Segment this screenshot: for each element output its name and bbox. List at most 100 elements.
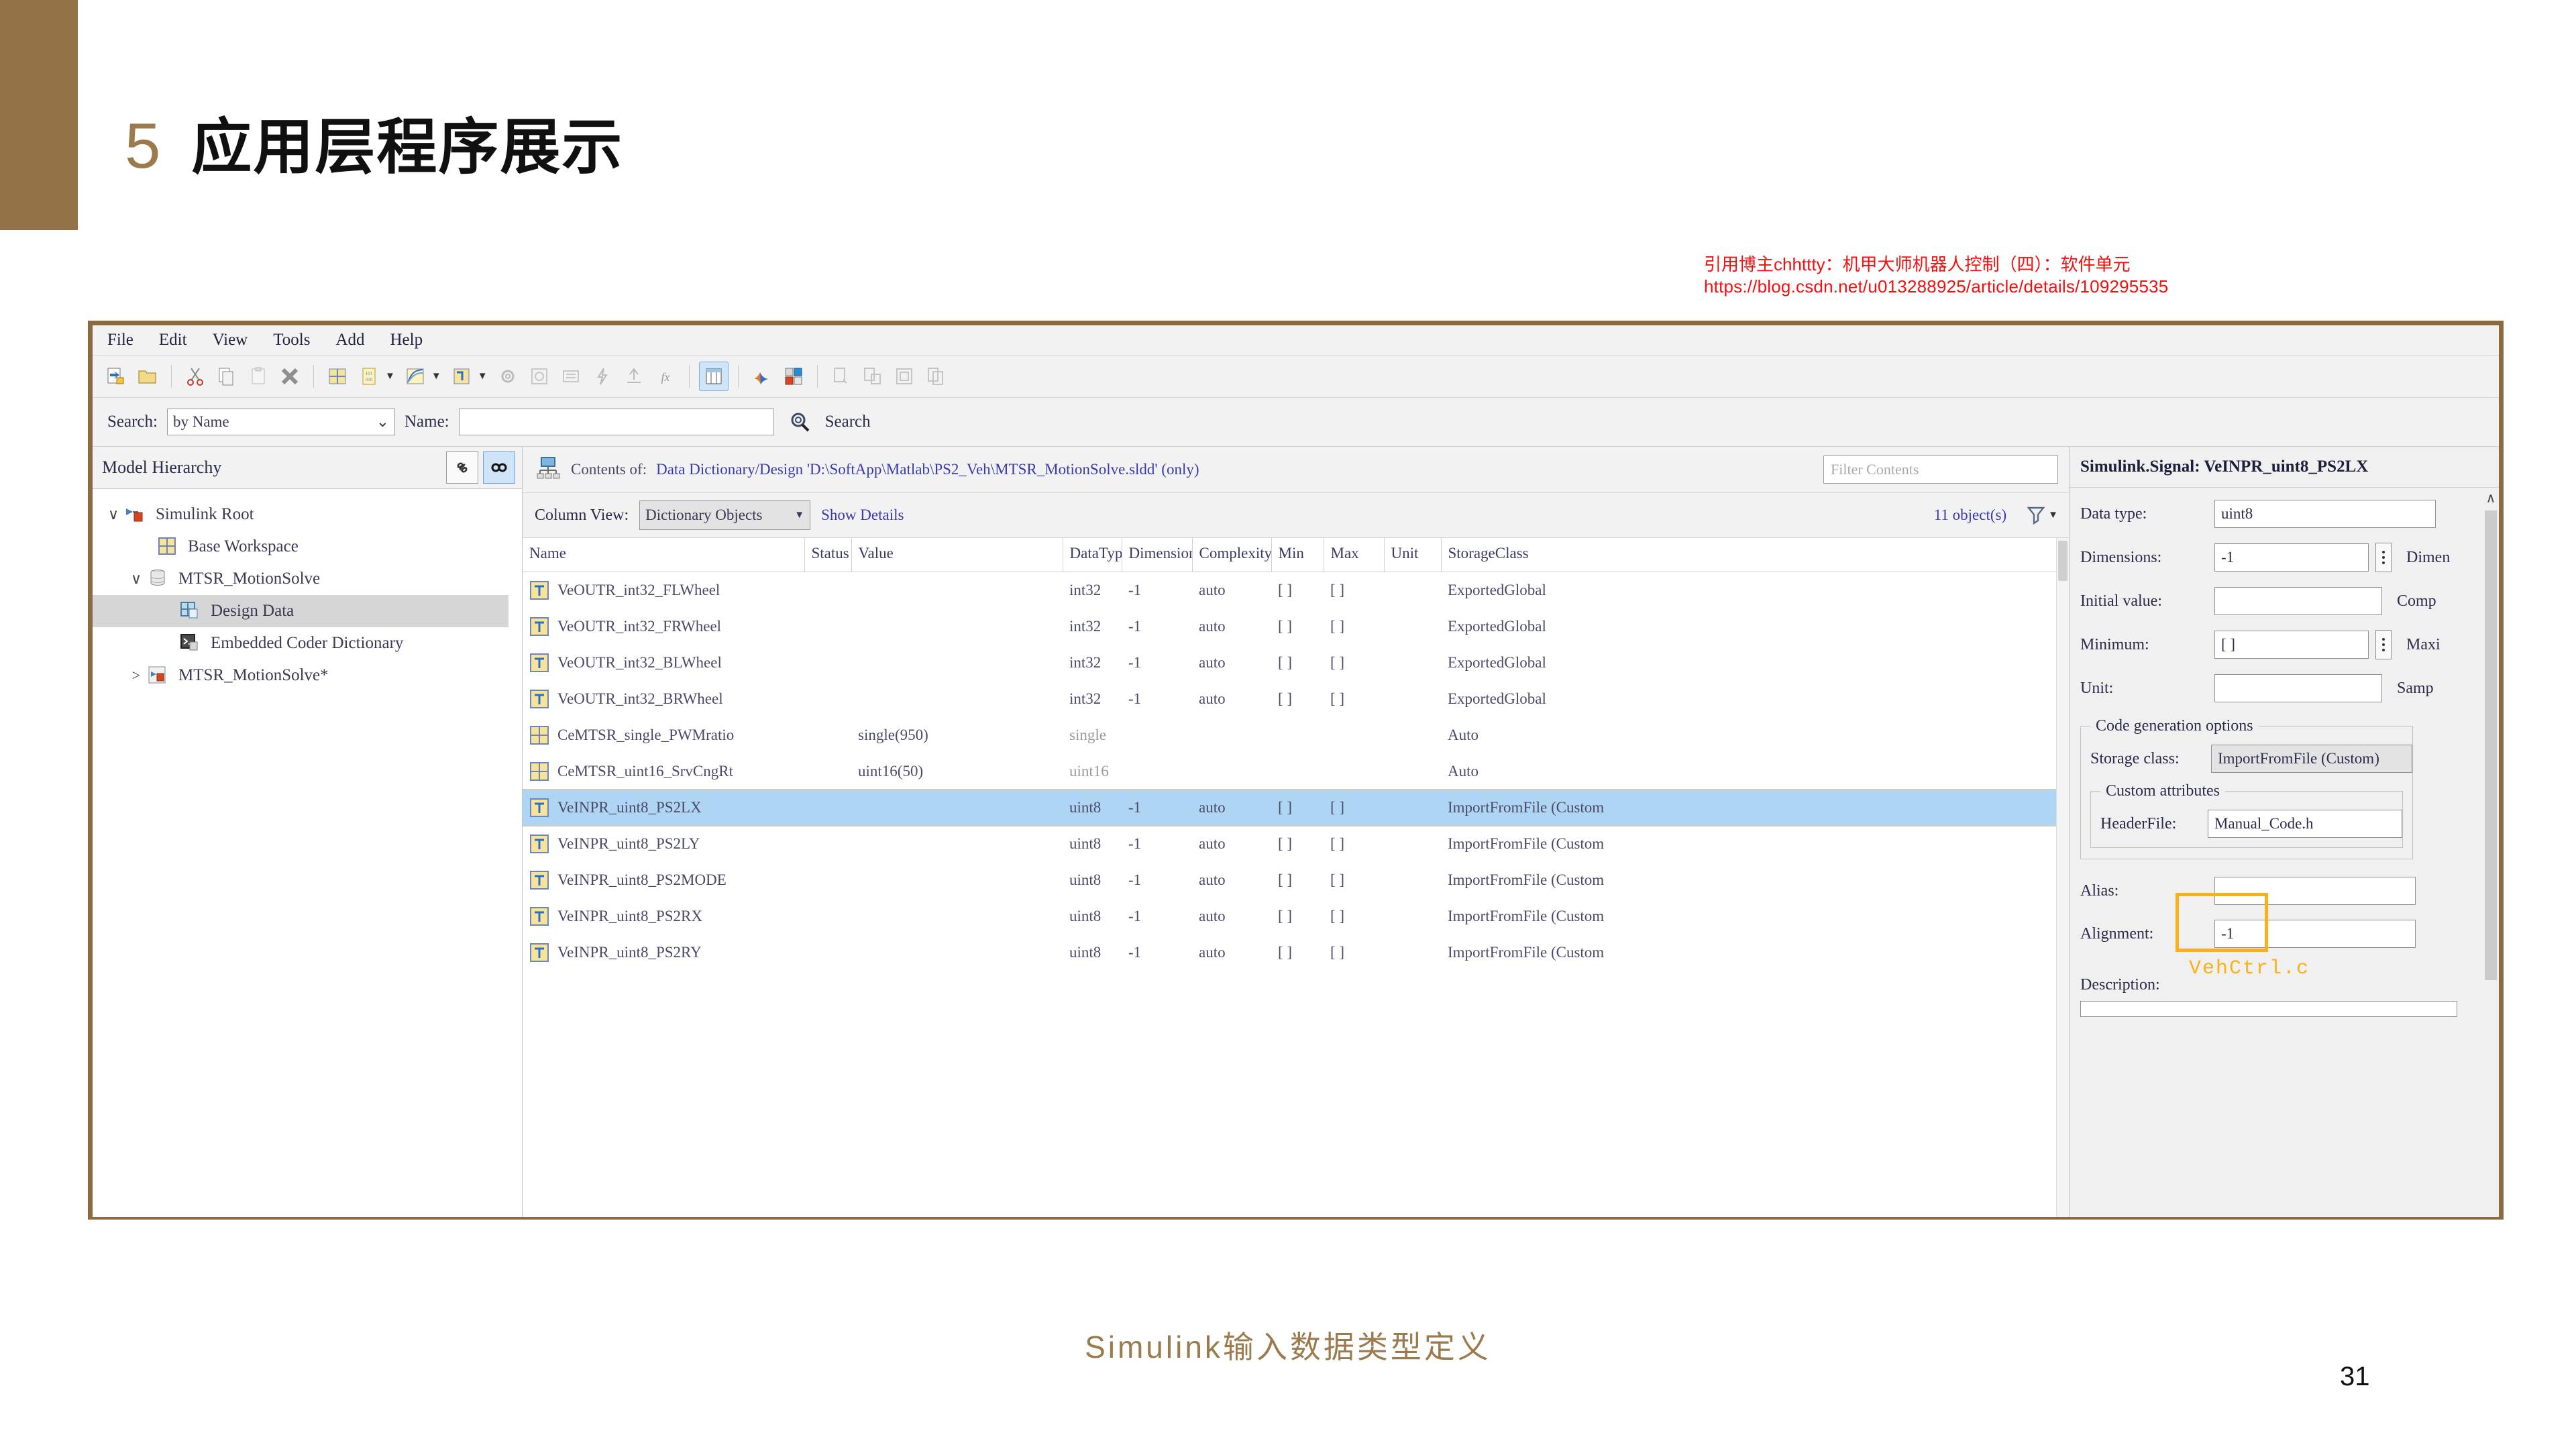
menu-view[interactable]: View	[213, 331, 248, 350]
tree-item-design-data[interactable]: Design Data	[93, 595, 508, 627]
search-icon[interactable]	[784, 407, 816, 437]
table-row[interactable]: VeOUTR_int32_BRWheel int32 -1 auto [ ] […	[523, 681, 2069, 717]
dimensions-more-icon[interactable]	[2375, 543, 2392, 572]
table-row-selected[interactable]: VeINPR_uint8_PS2LX uint8 -1 auto [ ] [ ]…	[523, 789, 2069, 826]
column-header-name[interactable]: Name	[523, 538, 805, 572]
signal-plot-icon[interactable]	[401, 362, 429, 390]
chevron-down-icon[interactable]: ∨	[102, 506, 125, 523]
chevron-down-icon[interactable]: ▼	[385, 371, 395, 382]
merge-icon	[859, 362, 887, 390]
scrollbar-thumb[interactable]	[2485, 511, 2497, 980]
cell-unit	[1384, 572, 1441, 609]
column-header-min[interactable]: Min	[1271, 538, 1324, 572]
table-row[interactable]: VeOUTR_int32_BLWheel int32 -1 auto [ ] […	[523, 645, 2069, 681]
column-header-datatype[interactable]: DataType	[1063, 538, 1122, 572]
column-header-complexity[interactable]: Complexity	[1192, 538, 1272, 572]
chevron-down-icon[interactable]: ▼	[478, 371, 488, 382]
contents-panel: Contents of: Data Dictionary/Design 'D:\…	[523, 447, 2069, 1217]
cell-complexity	[1192, 753, 1271, 790]
table-row[interactable]: VeOUTR_int32_FLWheel int32 -1 auto [ ] […	[523, 572, 2069, 609]
column-view-icon[interactable]	[698, 362, 729, 391]
column-view-select[interactable]: Dictionary Objects ▼	[639, 500, 811, 530]
cell-complexity: auto	[1192, 790, 1271, 826]
column-header-status[interactable]: Status	[804, 538, 852, 572]
menu-file[interactable]: File	[107, 331, 133, 350]
column-header-unit[interactable]: Unit	[1384, 538, 1442, 572]
storage-class-select[interactable]: ImportFromFile (Custom)	[2211, 745, 2412, 773]
column-header-dimensions[interactable]: Dimensions	[1122, 538, 1193, 572]
description-input[interactable]	[2080, 1001, 2457, 1017]
parameter-icon	[529, 725, 549, 745]
table-row[interactable]: VeINPR_uint8_PS2RY uint8 -1 auto [ ] [ ]…	[523, 934, 2069, 971]
data-dictionary-icon[interactable]: 101 010	[355, 362, 383, 390]
base-workspace-icon[interactable]	[323, 362, 352, 390]
matlab-icon[interactable]	[748, 362, 776, 390]
menu-tools[interactable]: Tools	[273, 331, 310, 350]
scroll-up-icon[interactable]: ∧	[2483, 488, 2499, 508]
cell-dimensions: -1	[1128, 871, 1142, 888]
title-text: 应用层程序展示	[191, 114, 624, 181]
header-file-input[interactable]: Manual_Code.h	[2208, 810, 2402, 838]
cell-dimensions: -1	[1128, 908, 1142, 924]
filter-contents-input[interactable]: Filter Contents	[1823, 455, 2058, 484]
column-header-storageclass[interactable]: StorageClass	[1441, 538, 2069, 572]
cell-storageclass: Auto	[1448, 727, 1479, 743]
tree-item-mtsr-motionsolve-model[interactable]: > MTSR_MotionSolve*	[93, 659, 522, 692]
workspace-grid-icon	[157, 537, 180, 557]
delete-x-icon[interactable]	[276, 362, 304, 390]
cell-complexity	[1192, 717, 1271, 753]
cell-unit	[1384, 790, 1441, 826]
cell-status	[804, 572, 851, 609]
table-row[interactable]: VeINPR_uint8_PS2LY uint8 -1 auto [ ] [ ]…	[523, 826, 2069, 862]
cell-storageclass: ImportFromFile (Custom	[1448, 944, 1605, 961]
search-name-input[interactable]	[458, 409, 774, 435]
data-type-input[interactable]: uint8	[2214, 500, 2436, 528]
menu-edit[interactable]: Edit	[159, 331, 187, 350]
new-model-icon[interactable]	[102, 362, 130, 390]
table-row[interactable]: CeMTSR_single_PWMratio single(950) singl…	[523, 717, 2069, 753]
menu-help[interactable]: Help	[390, 331, 423, 350]
scrollbar-thumb[interactable]	[2058, 541, 2068, 581]
show-details-link[interactable]: Show Details	[821, 506, 904, 524]
data-type-row: Data type: uint8	[2080, 500, 2499, 528]
table-row[interactable]: VeOUTR_int32_FRWheel int32 -1 auto [ ] […	[523, 608, 2069, 645]
chevron-right-icon[interactable]: >	[125, 667, 148, 684]
copy-icon[interactable]	[213, 362, 241, 390]
menu-add[interactable]: Add	[335, 331, 364, 350]
minimum-input[interactable]: [ ]	[2214, 631, 2369, 659]
cell-unit	[1384, 717, 1441, 753]
minimum-more-icon[interactable]	[2375, 630, 2392, 659]
signal-icon	[529, 580, 549, 600]
tree-item-label: MTSR_MotionSolve	[178, 570, 321, 588]
column-header-value[interactable]: Value	[851, 538, 1063, 572]
chevron-down-icon[interactable]: ∨	[125, 570, 148, 588]
tree-item-base-workspace[interactable]: Base Workspace	[93, 531, 522, 563]
chevron-down-icon[interactable]: ▼	[431, 371, 441, 382]
tree-item-mtsr-motionsolve-dict[interactable]: ∨ MTSR_MotionSolve	[93, 563, 522, 595]
tree-item-embedded-coder-dictionary[interactable]: Embedded Coder Dictionary	[93, 627, 522, 659]
contents-vertical-scrollbar[interactable]	[2056, 538, 2069, 1217]
initial-value-input[interactable]	[2214, 587, 2382, 615]
link-icon[interactable]	[446, 451, 478, 484]
compare-icon	[827, 362, 855, 390]
unit-input[interactable]	[2214, 674, 2382, 702]
simulink-object-icon[interactable]	[447, 362, 476, 390]
dimensions-input[interactable]: -1	[2214, 543, 2369, 572]
coder-icon[interactable]	[780, 362, 808, 390]
cell-min: [ ]	[1278, 690, 1293, 707]
tree-item-simulink-root[interactable]: ∨ Simulink Root	[93, 498, 522, 531]
funnel-icon[interactable]: ▼	[2025, 504, 2058, 527]
search-button[interactable]: Search	[825, 413, 871, 431]
cell-complexity: auto	[1199, 871, 1226, 888]
search-by-select[interactable]: by Name ⌄	[166, 409, 395, 435]
glasses-icon[interactable]	[483, 451, 515, 484]
cell-unit	[1384, 934, 1441, 971]
property-panel-scrollbar[interactable]: ∧	[2483, 488, 2499, 1217]
column-header-max[interactable]: Max	[1324, 538, 1385, 572]
open-folder-icon[interactable]	[133, 362, 162, 390]
cut-icon[interactable]	[181, 362, 209, 390]
table-row[interactable]: CeMTSR_uint16_SrvCngRt uint16(50) uint16…	[523, 753, 2069, 790]
table-row[interactable]: VeINPR_uint8_PS2MODE uint8 -1 auto [ ] […	[523, 862, 2069, 898]
table-row[interactable]: VeINPR_uint8_PS2RX uint8 -1 auto [ ] [ ]…	[523, 898, 2069, 934]
dimensions-row: Dimensions: -1 Dimen	[2080, 543, 2499, 572]
